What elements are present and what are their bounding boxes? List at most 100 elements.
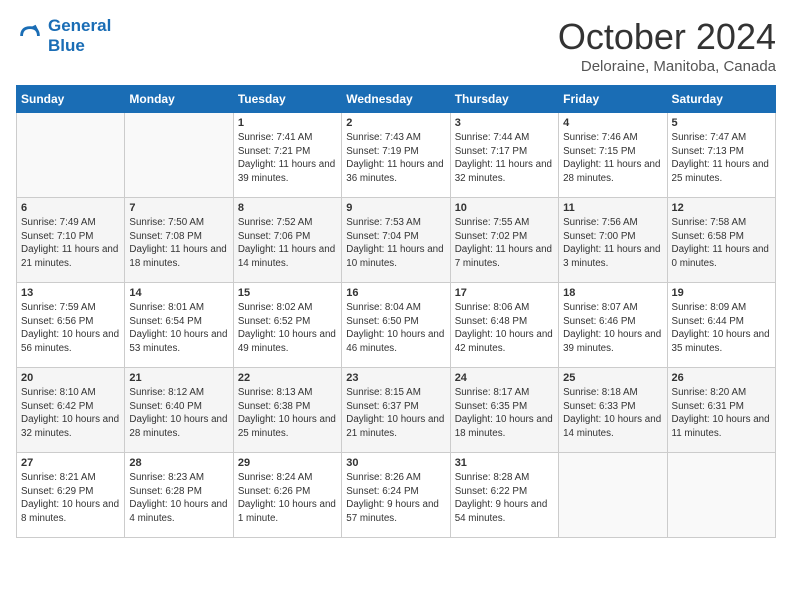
calendar-cell: 31 Sunrise: 8:28 AMSunset: 6:22 PMDayligh… <box>450 453 558 538</box>
day-number: 12 <box>672 202 771 214</box>
calendar-cell: 16 Sunrise: 8:04 AMSunset: 6:50 PMDayligh… <box>342 283 450 368</box>
day-detail: Sunrise: 8:04 AMSunset: 6:50 PMDaylight:… <box>346 301 445 356</box>
page-header: General Blue October 2024 Deloraine, Man… <box>16 16 776 75</box>
calendar-week-row: 1 Sunrise: 7:41 AMSunset: 7:21 PMDaylight… <box>17 113 776 198</box>
logo: General Blue <box>16 16 111 56</box>
day-detail: Sunrise: 8:21 AMSunset: 6:29 PMDaylight:… <box>21 471 120 526</box>
day-number: 14 <box>129 287 228 299</box>
calendar-cell <box>559 453 667 538</box>
calendar-cell: 27 Sunrise: 8:21 AMSunset: 6:29 PMDayligh… <box>17 453 125 538</box>
calendar-week-row: 6 Sunrise: 7:49 AMSunset: 7:10 PMDaylight… <box>17 198 776 283</box>
day-number: 5 <box>672 117 771 129</box>
day-detail: Sunrise: 8:12 AMSunset: 6:40 PMDaylight:… <box>129 386 228 441</box>
calendar-cell: 14 Sunrise: 8:01 AMSunset: 6:54 PMDayligh… <box>125 283 233 368</box>
day-number: 16 <box>346 287 445 299</box>
day-number: 2 <box>346 117 445 129</box>
day-detail: Sunrise: 7:52 AMSunset: 7:06 PMDaylight:… <box>238 216 337 271</box>
weekday-header: Thursday <box>450 86 558 113</box>
calendar-cell: 10 Sunrise: 7:55 AMSunset: 7:02 PMDayligh… <box>450 198 558 283</box>
day-number: 6 <box>21 202 120 214</box>
calendar-cell: 15 Sunrise: 8:02 AMSunset: 6:52 PMDayligh… <box>233 283 341 368</box>
calendar-cell: 17 Sunrise: 8:06 AMSunset: 6:48 PMDayligh… <box>450 283 558 368</box>
day-number: 26 <box>672 372 771 384</box>
day-number: 15 <box>238 287 337 299</box>
calendar-cell: 3 Sunrise: 7:44 AMSunset: 7:17 PMDaylight… <box>450 113 558 198</box>
day-number: 4 <box>563 117 662 129</box>
calendar-cell <box>125 113 233 198</box>
day-number: 8 <box>238 202 337 214</box>
calendar-cell: 24 Sunrise: 8:17 AMSunset: 6:35 PMDayligh… <box>450 368 558 453</box>
day-detail: Sunrise: 7:58 AMSunset: 6:58 PMDaylight:… <box>672 216 771 271</box>
day-detail: Sunrise: 7:47 AMSunset: 7:13 PMDaylight:… <box>672 131 771 186</box>
month-title: October 2024 <box>558 16 776 58</box>
day-detail: Sunrise: 8:23 AMSunset: 6:28 PMDaylight:… <box>129 471 228 526</box>
weekday-header: Tuesday <box>233 86 341 113</box>
day-number: 28 <box>129 457 228 469</box>
weekday-header-row: SundayMondayTuesdayWednesdayThursdayFrid… <box>17 86 776 113</box>
logo-line1: General <box>48 16 111 36</box>
calendar-cell: 28 Sunrise: 8:23 AMSunset: 6:28 PMDayligh… <box>125 453 233 538</box>
calendar-cell: 29Sunrise: 8:24 AMSunset: 6:26 PMDayligh… <box>233 453 341 538</box>
weekday-header: Monday <box>125 86 233 113</box>
day-detail: Sunrise: 8:07 AMSunset: 6:46 PMDaylight:… <box>563 301 662 356</box>
day-detail: Sunrise: 8:02 AMSunset: 6:52 PMDaylight:… <box>238 301 337 356</box>
weekday-header: Wednesday <box>342 86 450 113</box>
calendar-cell: 25 Sunrise: 8:18 AMSunset: 6:33 PMDayligh… <box>559 368 667 453</box>
calendar-cell: 5 Sunrise: 7:47 AMSunset: 7:13 PMDaylight… <box>667 113 775 198</box>
day-number: 10 <box>455 202 554 214</box>
day-number: 19 <box>672 287 771 299</box>
calendar-cell <box>17 113 125 198</box>
day-number: 24 <box>455 372 554 384</box>
day-detail: Sunrise: 8:06 AMSunset: 6:48 PMDaylight:… <box>455 301 554 356</box>
day-detail: Sunrise: 8:26 AMSunset: 6:24 PMDaylight:… <box>346 471 445 526</box>
day-detail: Sunrise: 7:43 AMSunset: 7:19 PMDaylight:… <box>346 131 445 186</box>
day-detail: Sunrise: 7:44 AMSunset: 7:17 PMDaylight:… <box>455 131 554 186</box>
day-number: 25 <box>563 372 662 384</box>
weekday-header: Friday <box>559 86 667 113</box>
day-detail: Sunrise: 8:17 AMSunset: 6:35 PMDaylight:… <box>455 386 554 441</box>
day-detail: Sunrise: 8:28 AMSunset: 6:22 PMDaylight:… <box>455 471 554 526</box>
calendar-week-row: 27 Sunrise: 8:21 AMSunset: 6:29 PMDayligh… <box>17 453 776 538</box>
weekday-header: Saturday <box>667 86 775 113</box>
day-number: 31 <box>455 457 554 469</box>
day-detail: Sunrise: 7:49 AMSunset: 7:10 PMDaylight:… <box>21 216 120 271</box>
calendar-week-row: 20Sunrise: 8:10 AMSunset: 6:42 PMDayligh… <box>17 368 776 453</box>
day-detail: Sunrise: 7:59 AMSunset: 6:56 PMDaylight:… <box>21 301 120 356</box>
calendar-cell: 20Sunrise: 8:10 AMSunset: 6:42 PMDayligh… <box>17 368 125 453</box>
calendar-cell: 26 Sunrise: 8:20 AMSunset: 6:31 PMDayligh… <box>667 368 775 453</box>
day-detail: Sunrise: 8:18 AMSunset: 6:33 PMDaylight:… <box>563 386 662 441</box>
day-number: 7 <box>129 202 228 214</box>
day-number: 17 <box>455 287 554 299</box>
day-number: 11 <box>563 202 662 214</box>
day-detail: Sunrise: 7:46 AMSunset: 7:15 PMDaylight:… <box>563 131 662 186</box>
day-number: 13 <box>21 287 120 299</box>
day-number: 23 <box>346 372 445 384</box>
calendar-week-row: 13 Sunrise: 7:59 AMSunset: 6:56 PMDayligh… <box>17 283 776 368</box>
day-number: 1 <box>238 117 337 129</box>
calendar-cell: 7Sunrise: 7:50 AMSunset: 7:08 PMDaylight… <box>125 198 233 283</box>
calendar-cell: 9Sunrise: 7:53 AMSunset: 7:04 PMDaylight… <box>342 198 450 283</box>
day-detail: Sunrise: 8:24 AMSunset: 6:26 PMDaylight:… <box>238 471 337 526</box>
title-block: October 2024 Deloraine, Manitoba, Canada <box>558 16 776 75</box>
day-detail: Sunrise: 8:13 AMSunset: 6:38 PMDaylight:… <box>238 386 337 441</box>
day-detail: Sunrise: 8:10 AMSunset: 6:42 PMDaylight:… <box>21 386 120 441</box>
calendar-cell: 2 Sunrise: 7:43 AMSunset: 7:19 PMDaylight… <box>342 113 450 198</box>
calendar-cell: 13 Sunrise: 7:59 AMSunset: 6:56 PMDayligh… <box>17 283 125 368</box>
day-detail: Sunrise: 8:01 AMSunset: 6:54 PMDaylight:… <box>129 301 228 356</box>
day-detail: Sunrise: 7:56 AMSunset: 7:00 PMDaylight:… <box>563 216 662 271</box>
calendar-cell: 4 Sunrise: 7:46 AMSunset: 7:15 PMDaylight… <box>559 113 667 198</box>
day-detail: Sunrise: 8:09 AMSunset: 6:44 PMDaylight:… <box>672 301 771 356</box>
day-number: 30 <box>346 457 445 469</box>
logo-icon <box>16 22 44 50</box>
day-number: 27 <box>21 457 120 469</box>
day-number: 3 <box>455 117 554 129</box>
day-number: 18 <box>563 287 662 299</box>
day-number: 9 <box>346 202 445 214</box>
day-detail: Sunrise: 7:41 AMSunset: 7:21 PMDaylight:… <box>238 131 337 186</box>
day-number: 22 <box>238 372 337 384</box>
calendar-cell: 8 Sunrise: 7:52 AMSunset: 7:06 PMDaylight… <box>233 198 341 283</box>
day-detail: Sunrise: 7:55 AMSunset: 7:02 PMDaylight:… <box>455 216 554 271</box>
day-detail: Sunrise: 8:20 AMSunset: 6:31 PMDaylight:… <box>672 386 771 441</box>
calendar-cell: 19 Sunrise: 8:09 AMSunset: 6:44 PMDayligh… <box>667 283 775 368</box>
location: Deloraine, Manitoba, Canada <box>558 58 776 75</box>
